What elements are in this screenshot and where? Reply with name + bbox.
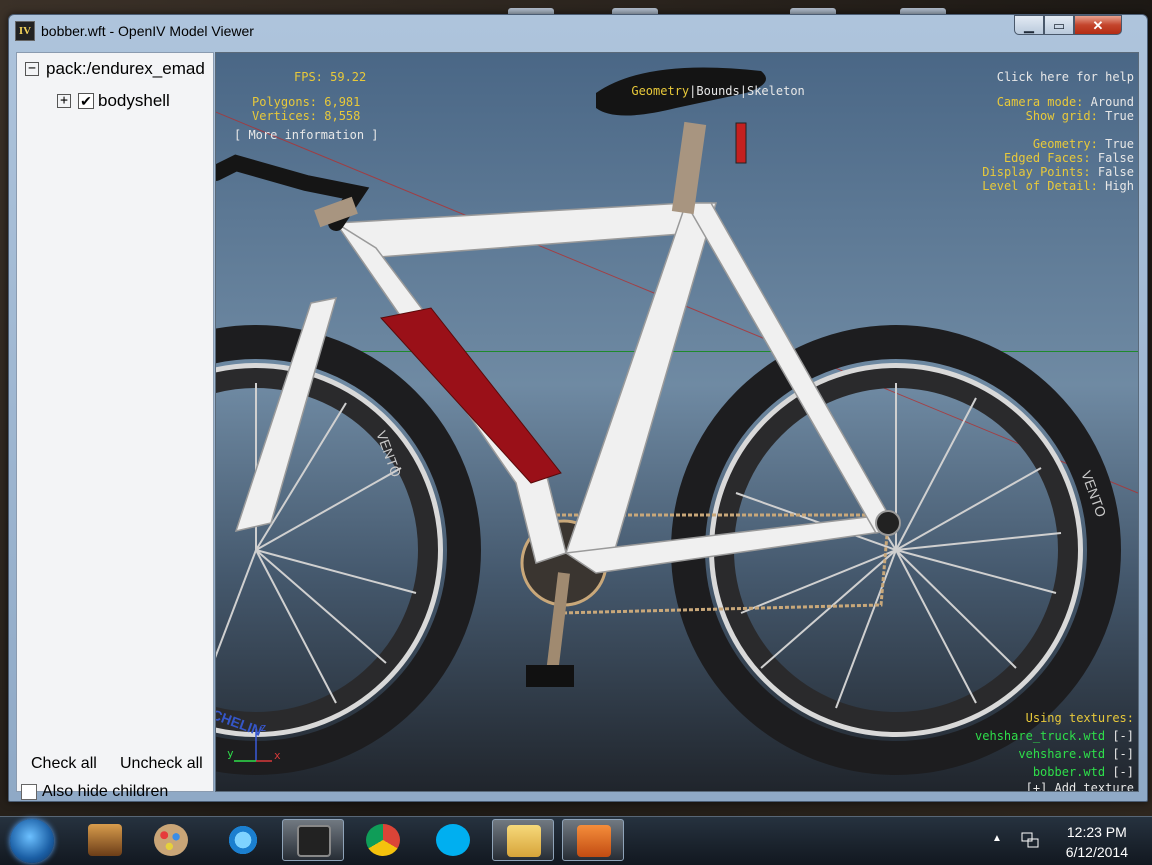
clock-time: 12:23 PM: [1066, 824, 1127, 840]
vertices-readout: Vertices: 8,558: [252, 109, 361, 123]
window-title: bobber.wft - OpenIV Model Viewer: [41, 23, 254, 39]
also-hide-children-label: Also hide children: [42, 783, 169, 800]
texture-name[interactable]: vehshare.wtd: [1018, 747, 1105, 761]
tab-bounds[interactable]: Bounds: [696, 84, 739, 98]
file-explorer-icon[interactable]: [492, 819, 554, 861]
media-player-icon[interactable]: [562, 819, 624, 861]
setting-key: Display Points:: [982, 165, 1091, 179]
clock-date: 6/12/2014: [1065, 844, 1128, 860]
3d-viewport[interactable]: VENTO VENTO MICHELIN FPS: 59.22 Polygons…: [215, 52, 1139, 792]
maximize-button[interactable]: ▭: [1044, 15, 1074, 35]
checkbox-unchecked-icon[interactable]: [21, 784, 37, 800]
setting-value: False: [1097, 151, 1134, 165]
uncheck-all-button[interactable]: Uncheck all: [120, 755, 203, 773]
edged-faces-setting[interactable]: Edged Faces: False: [1004, 151, 1134, 165]
internet-explorer-icon[interactable]: [212, 819, 274, 861]
setting-key: Camera mode:: [996, 95, 1084, 109]
tab-geometry[interactable]: Geometry: [631, 84, 689, 98]
polygons-readout: Polygons: 6,981: [252, 95, 361, 109]
skype-icon[interactable]: [422, 819, 484, 861]
texture-name[interactable]: bobber.wtd: [1033, 765, 1105, 779]
paint-icon[interactable]: [140, 819, 202, 861]
axis-gizmo-icon: z y x: [227, 721, 281, 762]
tree-root-node[interactable]: − pack:/endurex_emad: [25, 59, 205, 79]
system-clock[interactable]: 12:23 PM 6/12/2014: [1066, 822, 1128, 862]
windows-start-icon[interactable]: [10, 819, 54, 863]
seat-post: [671, 121, 707, 215]
tree-root-label: pack:/endurex_emad: [46, 59, 205, 78]
texture-item: bobber.wtd [-]: [1033, 765, 1134, 779]
bicycle-model: VENTO VENTO MICHELIN: [216, 67, 1138, 775]
show-hidden-icons-icon[interactable]: ▲: [992, 833, 1002, 844]
front-wheel: VENTO MICHELIN: [216, 325, 481, 775]
minimize-button[interactable]: ▁: [1014, 15, 1044, 35]
title-bar[interactable]: IV bobber.wft - OpenIV Model Viewer ▁ ▭ …: [9, 15, 1147, 47]
texture-item: vehshare_truck.wtd [-]: [975, 729, 1134, 743]
texture-name[interactable]: vehshare_truck.wtd: [975, 729, 1105, 743]
tab-skeleton[interactable]: Skeleton: [747, 84, 805, 98]
setting-value: Around: [1090, 95, 1134, 109]
tree-child-node[interactable]: + ✔ bodyshell: [57, 91, 170, 111]
remove-texture-button[interactable]: [-]: [1112, 729, 1134, 743]
setting-key: Level of Detail:: [982, 179, 1098, 193]
setting-value: True: [1105, 109, 1134, 123]
display-points-setting[interactable]: Display Points: False: [982, 165, 1134, 179]
fps-readout: FPS: 59.22: [294, 70, 367, 84]
setting-value: True: [1105, 137, 1134, 151]
setting-key: Geometry:: [1032, 137, 1098, 151]
openiv-icon[interactable]: [282, 819, 344, 861]
model-tree-panel: − pack:/endurex_emad + ✔ bodyshell Check…: [16, 52, 214, 800]
add-texture-button[interactable]: [+] Add texture: [1026, 781, 1134, 791]
collapse-icon[interactable]: −: [25, 62, 39, 76]
view-tabs: Geometry|Bounds|Skeleton: [588, 70, 805, 112]
check-all-button[interactable]: Check all: [31, 755, 97, 773]
setting-key: Edged Faces:: [1003, 151, 1091, 165]
setting-value: False: [1097, 165, 1134, 179]
windows-taskbar: ▲ 12:23 PM 6/12/2014: [0, 816, 1152, 865]
remove-texture-button[interactable]: [-]: [1112, 747, 1134, 761]
setting-value: High: [1105, 179, 1134, 193]
model-viewer-window: IV bobber.wft - OpenIV Model Viewer ▁ ▭ …: [8, 14, 1148, 802]
chrome-icon[interactable]: [352, 819, 414, 861]
z-axis-label: z: [260, 721, 267, 734]
help-link[interactable]: Click here for help: [997, 70, 1134, 84]
camera-mode-setting[interactable]: Camera mode: Around: [997, 95, 1134, 109]
y-axis-label: y: [227, 747, 234, 760]
x-axis-label: x: [274, 749, 281, 762]
remove-texture-button[interactable]: [-]: [1112, 765, 1134, 779]
close-button[interactable]: ✕: [1074, 15, 1122, 35]
checkbox-checked-icon[interactable]: ✔: [78, 93, 94, 109]
gta-icon[interactable]: [74, 819, 136, 861]
tree-child-label: bodyshell: [98, 91, 170, 110]
texture-item: vehshare.wtd [-]: [1018, 747, 1134, 761]
show-grid-setting[interactable]: Show grid: True: [1026, 109, 1134, 123]
expand-icon[interactable]: +: [57, 94, 71, 108]
also-hide-children-option[interactable]: Also hide children: [21, 783, 168, 801]
level-of-detail-setting[interactable]: Level of Detail: High: [982, 179, 1134, 193]
rear-light: [735, 122, 747, 164]
tab-separator: |: [739, 84, 747, 98]
using-textures-label: Using textures:: [1025, 711, 1134, 725]
network-icon[interactable]: [1020, 831, 1040, 849]
more-information-link[interactable]: [ More information ]: [234, 128, 379, 142]
setting-key: Show grid:: [1025, 109, 1098, 123]
geometry-setting[interactable]: Geometry: True: [1033, 137, 1134, 151]
openiv-app-icon: IV: [15, 21, 35, 41]
